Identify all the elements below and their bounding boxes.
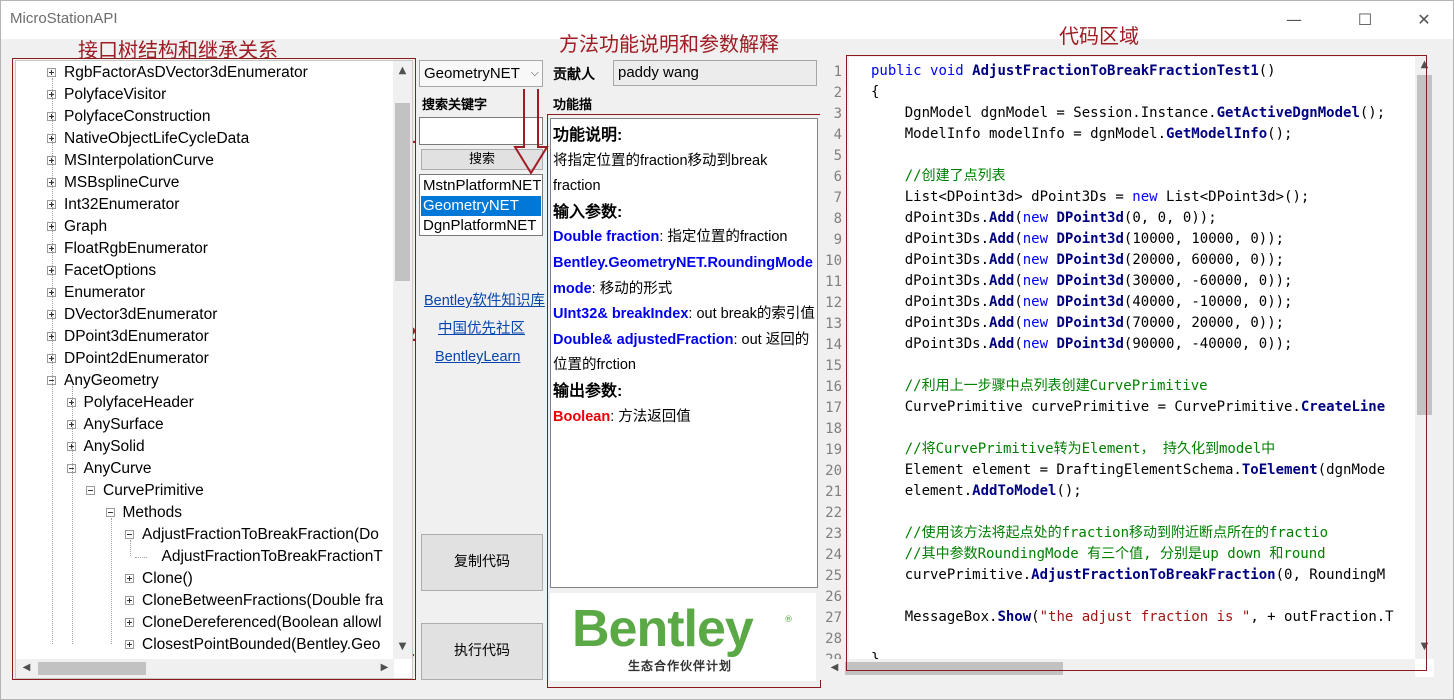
line-number: 6: [833, 169, 842, 185]
link-china-community[interactable]: 中国优先社区: [438, 317, 525, 338]
library-list[interactable]: MstnPlatformNET GeometryNET DgnPlatformN…: [419, 174, 543, 236]
line-number: 28: [825, 631, 842, 647]
code-highlight-box: [846, 55, 1427, 671]
line-number: 20: [825, 463, 842, 479]
contributor-field[interactable]: paddy wang: [613, 60, 817, 86]
line-number: 7: [833, 190, 842, 206]
line-number: 5: [833, 148, 842, 164]
library-item-mstnplatform[interactable]: MstnPlatformNET: [421, 176, 541, 196]
scroll-left-icon[interactable]: ◀: [826, 662, 843, 673]
line-number: 12: [825, 295, 842, 311]
line-number: 27: [825, 610, 842, 626]
line-number: 22: [825, 505, 842, 521]
tree-highlight-box: [12, 58, 416, 680]
maximize-icon[interactable]: ☐: [1342, 1, 1388, 39]
annotation-arrow-icon: [513, 89, 549, 175]
desc-annotation: 方法功能说明和参数解释: [559, 32, 779, 56]
line-number: 14: [825, 337, 842, 353]
run-code-button[interactable]: 执行代码: [421, 623, 543, 680]
line-number: 10: [825, 253, 842, 269]
line-number: 24: [825, 547, 842, 563]
line-number: 15: [825, 358, 842, 374]
library-combo-value: GeometryNET: [424, 65, 520, 82]
library-item-geometry[interactable]: GeometryNET: [421, 196, 541, 216]
banner-subtitle: 生态合作伙伴计划: [628, 659, 733, 673]
chevron-down-icon[interactable]: ⌵: [531, 61, 539, 86]
line-number: 23: [825, 526, 842, 542]
line-number: 21: [825, 484, 842, 500]
line-number: 9: [833, 232, 842, 248]
bentley-banner: Bentley ® 生态合作伙伴计划: [550, 593, 816, 681]
line-number: 18: [825, 421, 842, 437]
line-number: 3: [833, 106, 842, 122]
line-number: 2: [833, 85, 842, 101]
close-icon[interactable]: ✕: [1401, 1, 1447, 39]
line-number: 17: [825, 400, 842, 416]
code-annotation: 代码区域: [1059, 24, 1139, 48]
function-description-label: 功能描: [553, 98, 593, 113]
link-bentley-learn[interactable]: BentleyLearn: [435, 349, 520, 365]
line-number: 16: [825, 379, 842, 395]
trademark-mark: ®: [784, 615, 793, 625]
line-number: 11: [825, 274, 842, 290]
library-combo[interactable]: GeometryNET ⌵: [419, 60, 543, 87]
window-title: MicroStationAPI: [10, 10, 118, 27]
line-number: 26: [825, 589, 842, 605]
line-number: 25: [825, 568, 842, 584]
bentley-logo: Bentley: [572, 600, 754, 658]
line-number: 19: [825, 442, 842, 458]
app-window: MicroStationAPI — ☐ ✕ 接口树结构和继承关系 方法功能说明和…: [0, 0, 1454, 700]
minimize-icon[interactable]: —: [1271, 1, 1317, 39]
link-bentley-kb[interactable]: Bentley软件知识库: [424, 289, 545, 310]
contributor-label: 贡献人: [553, 67, 595, 83]
library-item-dgnplatform[interactable]: DgnPlatformNET: [421, 216, 541, 235]
line-number-gutter: 1 2 3 4 5 6 7 8 9 10 11 12 13 14 15 16 17 18 19 20 21 22 23 24 2…: [820, 60, 844, 680]
line-number: 13: [825, 316, 842, 332]
search-label: 搜索关键字: [422, 98, 488, 113]
line-number: 4: [833, 127, 842, 143]
line-number: 8: [833, 211, 842, 227]
copy-code-button[interactable]: 复制代码: [421, 534, 543, 591]
line-number: 1: [833, 64, 842, 80]
